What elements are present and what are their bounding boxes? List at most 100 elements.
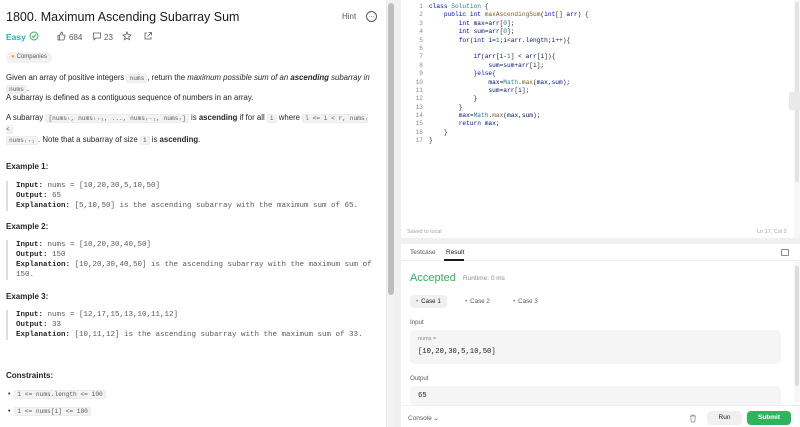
explanation-label: Explanation: [16, 331, 71, 339]
desc-text: . [26, 84, 30, 93]
description-paragraph-2: A subarray is defined as a contiguous se… [6, 93, 254, 102]
desc-text: is [188, 113, 199, 122]
output-box: 65 [410, 386, 781, 406]
desc-text: Given an array of positive integers [6, 73, 127, 82]
tab-testcase[interactable]: Testcase [410, 249, 436, 256]
example-explanation-cont: 150. [16, 271, 35, 279]
example-2-box: Input: nums = [10,20,30,40,50] Output: 1… [6, 240, 378, 280]
example-1-box: Input: nums = [10,20,30,5,10,50] Output:… [6, 181, 378, 211]
code-line: sum=arr[i]; [488, 86, 530, 94]
line-number: 12 [415, 95, 423, 103]
desc-text: where [276, 113, 303, 122]
desc-bold: ascending [159, 135, 199, 144]
verdict-status: Accepted [410, 272, 456, 284]
case-1-tab[interactable]: • Case 1 [410, 295, 447, 308]
explanation-text: [10,11,12] is the ascending subarray wit… [70, 331, 363, 339]
run-button[interactable]: Run [707, 411, 742, 425]
desc-text: is [149, 135, 160, 144]
code-line: max=Math.max(max,sum); [488, 78, 571, 86]
comment-icon[interactable] [92, 31, 102, 41]
more-options-icon[interactable]: … [366, 11, 377, 22]
vertical-resizer[interactable] [394, 0, 401, 427]
share-icon[interactable] [143, 31, 153, 41]
line-number: 2 [419, 11, 423, 19]
solved-check-icon [29, 31, 39, 41]
code-area[interactable]: class Solution { public int maxAscending… [429, 3, 789, 146]
code-line: for(int i=1;i<arr.length;i++){ [458, 36, 571, 44]
line-number: 10 [415, 78, 423, 86]
desc-text: if for all [237, 113, 267, 122]
code-line: max=Math.max(max,sum); [458, 112, 541, 120]
input-section-label: Input [410, 319, 424, 326]
line-number: 17 [415, 137, 423, 145]
output-value: 65 [418, 392, 427, 400]
console-toggle[interactable]: Console ⌄ [408, 414, 439, 422]
output-label: Output: [16, 192, 48, 200]
editor-status-bar: Saved to local Ln 17, Col 2 [401, 226, 794, 238]
star-icon[interactable] [122, 31, 132, 41]
code-line: int max=arr[0]; [458, 19, 515, 27]
constraints-title: Constraints: [6, 371, 54, 380]
save-status: Saved to local [407, 229, 442, 235]
trash-icon[interactable] [689, 414, 697, 423]
line-number: 15 [415, 120, 423, 128]
line-number: 13 [415, 103, 423, 111]
pass-dot-icon: • [513, 298, 516, 305]
example-input: Input: nums = [10,20,30,5,10,50] [16, 181, 378, 191]
case-3-tab[interactable]: • Case 3 [507, 295, 544, 308]
leetcode-workspace: 1800. Maximum Ascending Subarray Sum Hin… [0, 0, 800, 427]
line-number: 14 [415, 112, 423, 120]
runtime-info: Runtime: 0 ms [463, 275, 505, 282]
input-label: Input: [16, 241, 44, 249]
code-line: } [429, 128, 448, 136]
like-icon[interactable] [56, 31, 66, 41]
line-number: 16 [415, 128, 423, 136]
desc-text: , return the [147, 73, 188, 82]
scrollbar-thumb[interactable] [795, 266, 799, 386]
like-count: 684 [69, 33, 83, 42]
input-value: [10,20,30,5,10,50] [418, 348, 496, 356]
code-line: sum=sum+arr[i]; [488, 61, 545, 69]
code-editor[interactable]: 1 2 3 4 5 6 7 8 9 10 11 12 13 14 15 16 17 class Solution… [401, 0, 800, 238]
desc-italic: subarray in [328, 73, 370, 82]
problem-title: 1800. Maximum Ascending Subarray Sum [6, 10, 240, 24]
submit-button[interactable]: Submit [747, 411, 791, 425]
line-number: 7 [419, 53, 423, 61]
pass-dot-icon: • [416, 298, 419, 305]
companies-tag[interactable]: ● Companies [6, 52, 52, 63]
case-2-tab[interactable]: • Case 2 [459, 295, 496, 308]
case-label: Case 1 [421, 298, 441, 305]
output-section-label: Output [410, 375, 429, 382]
result-panel: Testcase Result Accepted Runtime: 0 ms •… [401, 244, 800, 427]
description-scrollbar[interactable] [386, 0, 394, 427]
hint-button[interactable]: Hint [342, 12, 356, 21]
action-bar: Console ⌄ Run Submit [401, 405, 800, 427]
inline-code: numsᵢ₊₁ [6, 136, 39, 145]
description-paragraph-1: Given an array of positive integers nums… [6, 73, 378, 95]
result-tabs: Testcase Result [401, 244, 800, 261]
example-3-box: Input: nums = [12,17,15,13,10,11,12] Out… [6, 310, 378, 340]
collapse-panel-icon[interactable] [781, 249, 789, 256]
input-param-name: nums = [418, 336, 437, 342]
explanation-text: [5,10,50] is the ascending subarray with… [70, 202, 359, 210]
constraint-code: 1 <= nums[i] <= 100 [14, 407, 91, 416]
result-scrollbar[interactable] [794, 262, 800, 402]
side-panel-toggle[interactable] [789, 92, 800, 110]
tab-result[interactable]: Result [446, 249, 464, 256]
explanation-label: Explanation: [16, 261, 71, 269]
comment-count: 23 [104, 33, 113, 42]
desc-text: A subarray [6, 113, 46, 122]
line-number-gutter: 1 2 3 4 5 6 7 8 9 10 11 12 13 14 15 16 17 [401, 3, 423, 146]
editor-scrollbar[interactable] [794, 0, 800, 238]
code-line: } [429, 103, 463, 111]
example-explanation: Explanation: [10,11,12] is the ascending… [16, 330, 378, 340]
line-number: 8 [419, 61, 423, 69]
inline-code: nums [126, 74, 148, 83]
code-line: } [429, 137, 433, 145]
constraint-item: • 1 <= nums[i] <= 100 [8, 407, 91, 416]
tag-icon: ● [11, 54, 15, 60]
line-number: 1 [419, 3, 423, 10]
explanation-text: [10,20,30,40,50] is the ascending subarr… [70, 261, 372, 269]
output-label: Output: [16, 251, 48, 259]
